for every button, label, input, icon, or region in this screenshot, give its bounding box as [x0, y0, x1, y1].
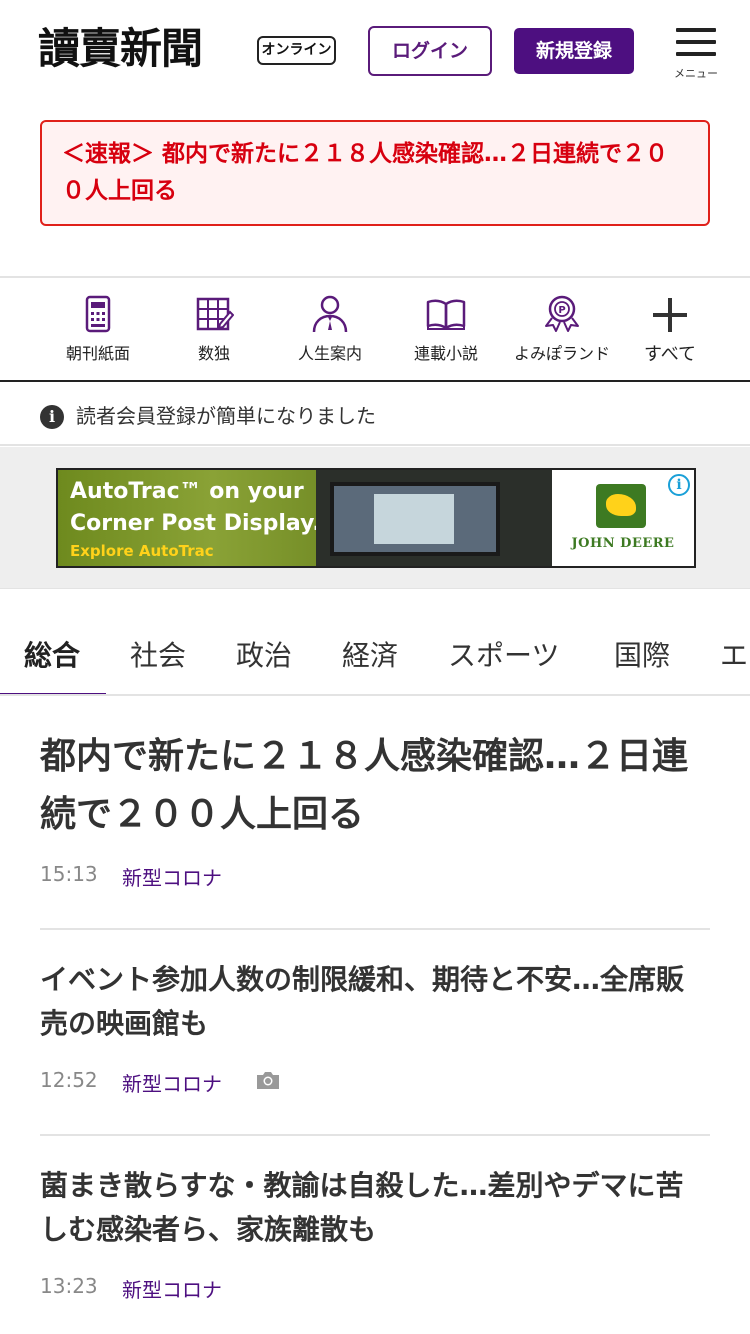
tab-sports[interactable]: スポーツ: [448, 634, 559, 674]
article-divider: [40, 1134, 710, 1136]
article-title[interactable]: 菌まき散らすな・教諭は自殺した…差別やデマに苦しむ感染者ら、家族離散も: [40, 1164, 710, 1252]
shortcut-sudoku[interactable]: 数独: [156, 278, 272, 382]
ad-product-image: [316, 470, 552, 566]
site-header: 讀賣新聞 オンライン ログイン 新規登録 メニュー: [0, 0, 750, 100]
shortcut-label: 人生案内: [297, 344, 362, 363]
notice-text: 読者会員登録が簡単になりました: [76, 404, 376, 428]
article-divider: [40, 928, 710, 930]
article-time: 15:13: [40, 862, 98, 886]
points-medal-icon: P: [545, 295, 579, 332]
shortcut-label: 数独: [197, 344, 230, 363]
article-category-link[interactable]: 新型コロナ: [122, 1068, 222, 1097]
article-category-link[interactable]: 新型コロナ: [122, 862, 222, 891]
ad-display-screen: [330, 482, 500, 556]
register-button[interactable]: 新規登録: [514, 28, 634, 74]
menu-button[interactable]: メニュー: [668, 26, 724, 82]
sudoku-icon: [196, 297, 234, 331]
shortcut-label: 連載小説: [413, 344, 478, 363]
ad-brand-name: JOHN DEERE: [571, 536, 675, 551]
registration-notice[interactable]: i 読者会員登録が簡単になりました: [0, 382, 750, 446]
tab-international[interactable]: 国際: [614, 634, 670, 674]
shortcut-life-advice[interactable]: 人生案内: [272, 278, 388, 382]
camera-icon: [257, 1072, 279, 1089]
shortcut-all[interactable]: すべて: [612, 278, 728, 382]
shortcut-yomipo-land[interactable]: P よみぽランド: [504, 278, 620, 382]
category-tabs: 総合 社会 政治 経済 スポーツ 国際 エ: [0, 610, 750, 696]
tab-economy[interactable]: 経済: [342, 634, 398, 674]
login-button[interactable]: ログイン: [368, 26, 492, 76]
shortcut-label: よみぽランド: [513, 344, 610, 363]
tab-politics[interactable]: 政治: [236, 634, 292, 674]
book-icon: [426, 299, 466, 330]
article-time: 13:23: [40, 1274, 98, 1298]
ad-info-icon[interactable]: i: [668, 474, 690, 496]
tab-society[interactable]: 社会: [130, 634, 186, 674]
article-meta: 12:52 新型コロナ: [40, 1068, 279, 1096]
shortcut-nav: 朝刊紙面 数独 人生案内 連載小説 P よみぽランド すべて: [0, 276, 750, 382]
shortcut-serial-novel[interactable]: 連載小説: [388, 278, 504, 382]
tab-entertainment[interactable]: エ: [720, 634, 748, 674]
breaking-news-banner[interactable]: ＜速報＞ 都内で新たに２１８人感染確認…２日連続で２００人上回る: [40, 120, 710, 226]
article-category-link[interactable]: 新型コロナ: [122, 1274, 222, 1303]
ad-headline-1: AutoTrac™ on your: [70, 479, 304, 504]
article-meta: 13:23 新型コロナ: [40, 1274, 222, 1302]
plus-icon: [653, 298, 687, 332]
tab-general[interactable]: 総合: [24, 634, 80, 674]
ad-brand: JOHN DEERE i: [552, 470, 694, 566]
lead-article-title[interactable]: 都内で新たに２１８人感染確認…２日連続で２００人上回る: [40, 728, 710, 844]
ad-headline-2: Corner Post Display.: [70, 511, 321, 536]
article-time: 12:52: [40, 1068, 98, 1092]
article-title[interactable]: イベント参加人数の制限緩和、期待と不安…全席販売の映画館も: [40, 958, 710, 1046]
shortcut-label: すべて: [643, 344, 697, 365]
newspaper-icon: [85, 295, 111, 333]
deer-logo-icon: [596, 484, 646, 528]
ad-cta: Explore AutoTrac: [70, 542, 214, 560]
menu-label: メニュー: [674, 67, 718, 80]
active-tab-indicator: [0, 693, 106, 694]
online-badge: オンライン: [257, 36, 336, 65]
advertisement-banner[interactable]: AutoTrac™ on your Corner Post Display. E…: [56, 468, 696, 568]
svg-text:P: P: [558, 305, 565, 316]
site-logo[interactable]: 讀賣新聞: [38, 24, 203, 74]
info-icon: i: [40, 405, 64, 429]
person-icon: [312, 295, 348, 333]
ad-copy: AutoTrac™ on your Corner Post Display. E…: [58, 470, 321, 566]
shortcut-morning-paper[interactable]: 朝刊紙面: [40, 278, 156, 382]
hamburger-icon: [676, 28, 716, 32]
shortcut-label: 朝刊紙面: [65, 344, 130, 363]
ad-area: AutoTrac™ on your Corner Post Display. E…: [0, 447, 750, 589]
lead-article-meta: 15:13 新型コロナ: [40, 862, 222, 890]
